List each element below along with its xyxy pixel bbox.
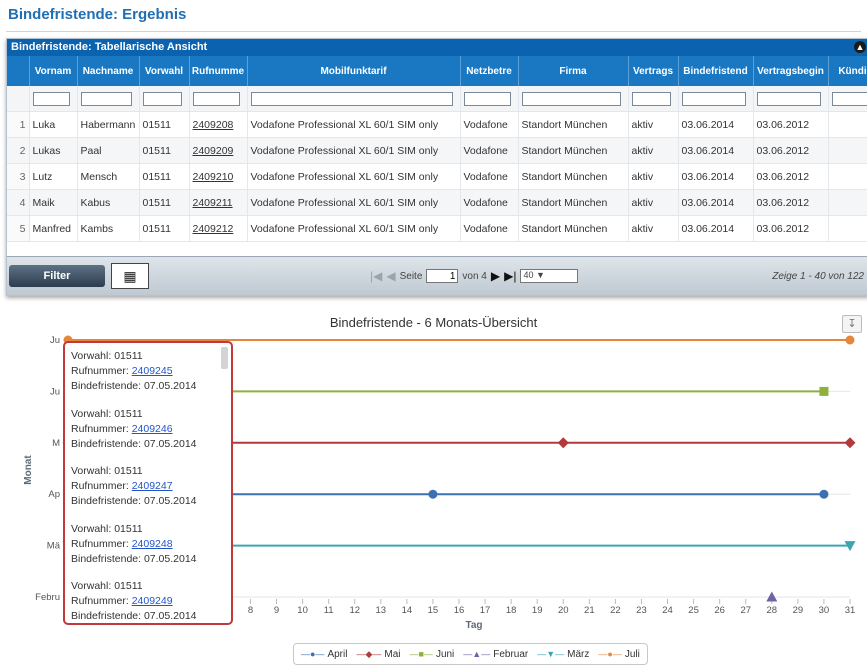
tooltip-vorwahl: Vorwahl: 01511 [71,465,143,477]
tooltip-bindefristende: Bindefristende: 07.05.2014 [71,437,197,450]
x-tick-label: 15 [428,605,439,616]
legend-label: Mai [384,648,401,660]
x-tick-label: 12 [349,605,360,616]
tooltip-entry: Vorwahl: 01511 Rufnummer: 2409249 Bindefri… [71,579,221,623]
tooltip-rufnummer-link[interactable]: 2409246 [132,423,173,435]
data-point[interactable] [845,335,855,345]
tooltip-rufnummer-link[interactable]: 2409245 [132,365,173,377]
y-tick-label: Ap [48,489,60,500]
x-tick-label: 22 [610,605,621,616]
legend-item[interactable]: —●— April [301,649,347,660]
tooltip-scrollbar[interactable] [221,347,228,369]
tooltip-rufnummer-link[interactable]: 2409247 [132,480,173,492]
tooltip-rufnummer-link[interactable]: 2409248 [132,538,173,550]
legend-label: Februar [493,648,529,660]
y-tick-label: Febru [35,592,60,603]
y-tick-label: Mä [47,541,61,552]
tooltip-vorwahl: Vorwahl: 01511 [71,350,143,362]
tooltip-entry: Vorwahl: 01511 Rufnummer: 2409245 Bindefri… [71,349,221,407]
x-tick-label: 24 [662,605,673,616]
x-tick-label: 21 [584,605,595,616]
tooltip-entry: Vorwahl: 01511 Rufnummer: 2409248 Bindefri… [71,522,221,580]
x-tick-label: 31 [845,605,856,616]
x-tick-label: 19 [532,605,543,616]
x-tick-label: 28 [767,605,778,616]
legend-item[interactable]: —■— Juni [410,649,455,660]
tooltip-rufnummer: Rufnummer: 2409249 [71,594,221,609]
legend-label: März [567,648,590,660]
tooltip-entry: Vorwahl: 01511 Rufnummer: 2409247 Bindefri… [71,464,221,522]
tooltip-rufnummer: Rufnummer: 2409245 [71,364,221,379]
legend-item[interactable]: —◆— Mai [356,649,400,660]
x-tick-label: 16 [454,605,465,616]
tooltip-rufnummer-label: Rufnummer: [71,480,132,492]
tooltip-rufnummer: Rufnummer: 2409247 [71,479,221,494]
tooltip-bindefristende: Bindefristende: 07.05.2014 [71,552,197,565]
x-tick-label: 17 [480,605,491,616]
data-point[interactable] [844,437,856,449]
x-tick-label: 8 [248,605,253,616]
legend-marker-icon: —●— [598,649,622,659]
legend-label: Juni [435,648,455,660]
tooltip-vorwahl: Vorwahl: 01511 [71,580,143,592]
tooltip-rufnummer: Rufnummer: 2409248 [71,537,221,552]
x-tick-label: 14 [402,605,413,616]
legend-marker-icon: —▲— [463,649,491,659]
tooltip-entry: Vorwahl: 01511 Rufnummer: 2409246 Bindefri… [71,407,221,465]
x-tick-label: 10 [297,605,308,616]
tooltip-vorwahl: Vorwahl: 01511 [71,407,143,420]
legend-item[interactable]: —▲— Februar [463,649,528,660]
legend-label: April [327,648,348,660]
legend-marker-icon: —◆— [356,648,382,659]
tooltip-rufnummer-label: Rufnummer: [71,537,132,550]
x-axis-title: Tag [465,620,482,631]
x-tick-label: 23 [636,605,647,616]
data-point[interactable] [428,489,438,499]
legend-item[interactable]: —▼— März [537,649,589,660]
chart-legend: —●— April —◆— Mai —■— Juni —▲— Februar —▼— März —●… [293,643,648,665]
y-tick-label: Ju [50,335,60,346]
x-tick-label: 25 [688,605,699,616]
x-tick-label: 29 [793,605,804,616]
x-tick-label: 30 [819,605,830,616]
tooltip-rufnummer-label: Rufnummer: [71,365,132,377]
data-point[interactable] [819,489,829,499]
tooltip-rufnummer: Rufnummer: 2409246 [71,422,221,437]
tooltip-bindefristende: Bindefristende: 07.05.2014 [71,495,197,507]
tooltip-rufnummer-link[interactable]: 2409249 [132,595,173,607]
legend-marker-icon: —●— [301,649,325,659]
x-tick-label: 11 [324,605,334,616]
x-tick-label: 20 [558,605,569,616]
legend-marker-icon: —■— [409,649,433,659]
x-tick-label: 26 [714,605,725,616]
x-tick-label: 13 [376,605,387,616]
tooltip-rufnummer-label: Rufnummer: [71,422,132,435]
legend-item[interactable]: —●— Juli [598,649,639,660]
tooltip-bindefristende: Bindefristende: 07.05.2014 [71,380,197,392]
legend-marker-icon: —▼— [537,649,565,659]
chart-tooltip: Vorwahl: 01511 Rufnummer: 2409245 Bindefri… [63,341,233,625]
legend-label: Juli [624,648,640,660]
tooltip-bindefristende: Bindefristende: 07.05.2014 [71,610,197,622]
data-point[interactable] [557,437,569,449]
y-tick-label: Ju [50,386,60,397]
x-tick-label: 9 [274,605,279,616]
y-tick-label: M [52,438,60,449]
tooltip-rufnummer-label: Rufnummer: [71,595,132,607]
y-axis-title: Monat [23,455,34,485]
x-tick-label: 18 [506,605,517,616]
x-tick-label: 27 [740,605,751,616]
data-point[interactable] [819,386,829,396]
tooltip-vorwahl: Vorwahl: 01511 [71,522,143,535]
